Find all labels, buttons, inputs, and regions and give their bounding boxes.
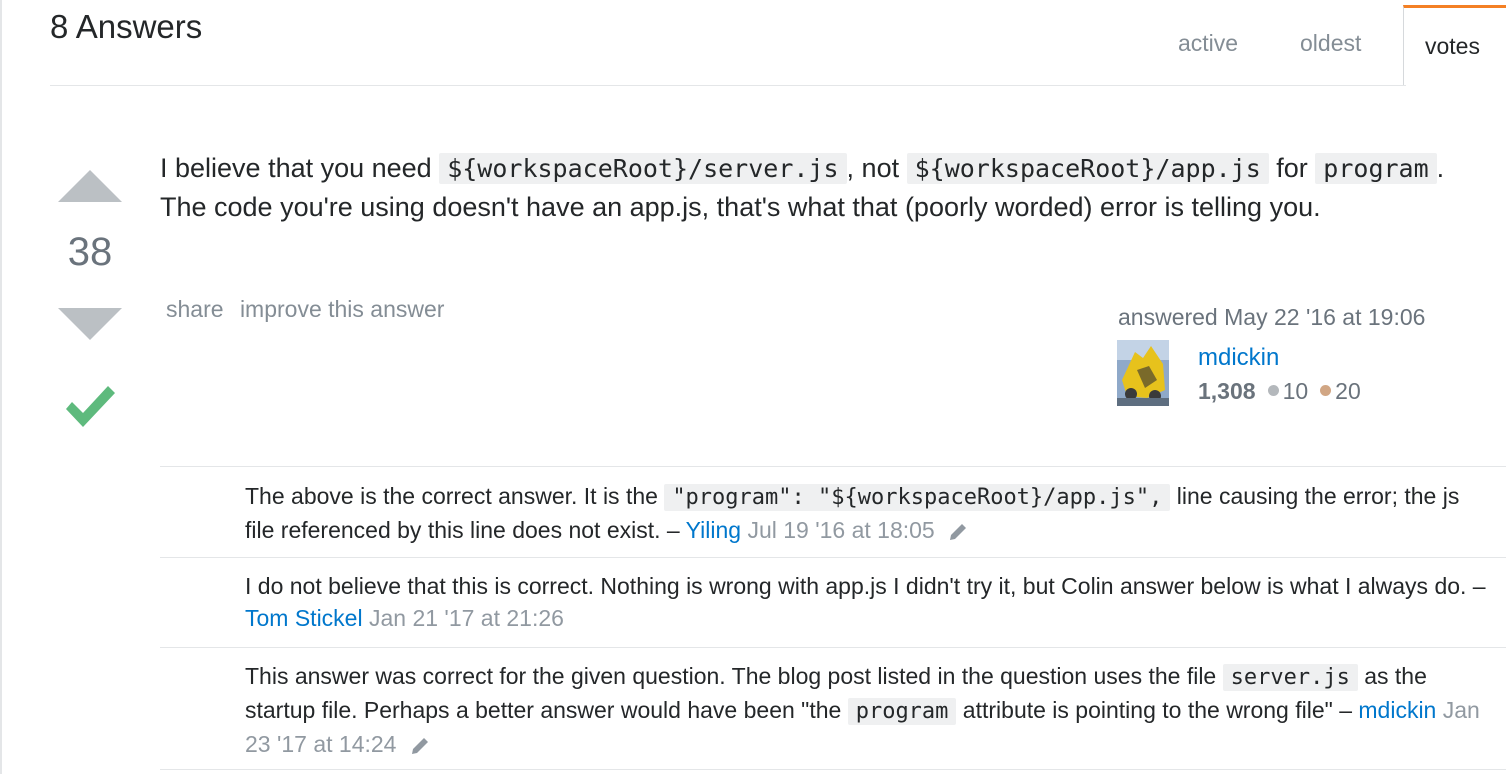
answer-text: for — [1268, 153, 1316, 183]
improve-answer-link[interactable]: improve this answer — [240, 296, 445, 322]
user-flair: 1,308 10 20 — [1198, 378, 1361, 405]
answered-time: answered May 22 '16 at 19:06 — [1118, 304, 1425, 331]
downvote-arrow-icon[interactable] — [58, 308, 122, 340]
accepted-checkmark-icon — [66, 386, 115, 427]
comment-text: This answer was correct for the given qu… — [245, 663, 1223, 689]
page-left-border — [0, 0, 2, 774]
comment-date[interactable]: Jul 19 '16 at 18:05 — [747, 517, 934, 543]
inline-code: program — [1315, 153, 1437, 184]
comment-separator: – — [1332, 697, 1359, 723]
pencil-edited-icon[interactable] — [409, 735, 431, 757]
bronze-badge-count: 20 — [1335, 378, 1361, 404]
answered-timestamp[interactable]: May 22 '16 at 19:06 — [1224, 304, 1425, 330]
pencil-edited-icon[interactable] — [947, 521, 969, 543]
header-divider — [50, 85, 1406, 86]
comment-text: The above is the correct answer. It is t… — [245, 483, 665, 509]
answered-label: answered — [1118, 304, 1218, 330]
comment-separator: – — [1466, 573, 1486, 599]
comment: This answer was correct for the given qu… — [245, 660, 1495, 760]
tab-active[interactable]: active — [1178, 30, 1238, 57]
reputation-score: 1,308 — [1198, 378, 1256, 404]
comment-divider — [160, 557, 1506, 558]
upvote-arrow-icon[interactable] — [58, 170, 122, 202]
comment-text: I do not believe that this is correct. N… — [245, 573, 1467, 599]
comment-separator: – — [660, 517, 686, 543]
comment-date[interactable]: Jan 21 '17 at 21:26 — [369, 605, 564, 631]
answer-text: I believe that you need — [160, 153, 440, 183]
answers-count-heading: 8 Answers — [50, 8, 203, 45]
avatar[interactable] — [1117, 340, 1169, 406]
inline-code: "program": "${workspaceRoot}/app.js", — [664, 484, 1171, 511]
answer-text: , not — [846, 153, 907, 183]
share-link[interactable]: share — [166, 296, 224, 322]
comment: I do not believe that this is correct. N… — [245, 570, 1495, 634]
tab-votes[interactable]: votes — [1403, 5, 1506, 86]
inline-code: server.js — [1222, 664, 1358, 691]
comment-divider — [160, 647, 1506, 648]
silver-badge-icon — [1267, 385, 1279, 397]
silver-badge-count: 10 — [1282, 378, 1309, 404]
bronze-badge-icon — [1320, 385, 1332, 397]
inline-code: ${workspaceRoot}/app.js — [906, 153, 1269, 184]
tab-oldest[interactable]: oldest — [1300, 30, 1361, 57]
vote-count: 38 — [67, 230, 113, 274]
inline-code: program — [847, 698, 957, 725]
answer-body: I believe that you need ${workspaceRoot}… — [160, 149, 1470, 226]
post-menu: share improve this answer — [166, 296, 454, 323]
comment-author-link[interactable]: Tom Stickel — [245, 605, 363, 631]
comment-text: attribute is pointing to the wrong file" — [956, 697, 1333, 723]
comment-author-link[interactable]: Yiling — [686, 517, 741, 543]
answer-author-link[interactable]: mdickin — [1198, 344, 1279, 372]
inline-code: ${workspaceRoot}/server.js — [439, 153, 847, 184]
comment: The above is the correct answer. It is t… — [245, 480, 1495, 546]
comment-divider — [160, 769, 1506, 770]
comment-divider — [160, 466, 1506, 467]
comment-author-link[interactable]: mdickin — [1358, 697, 1436, 723]
tab-votes-label: votes — [1425, 33, 1480, 59]
